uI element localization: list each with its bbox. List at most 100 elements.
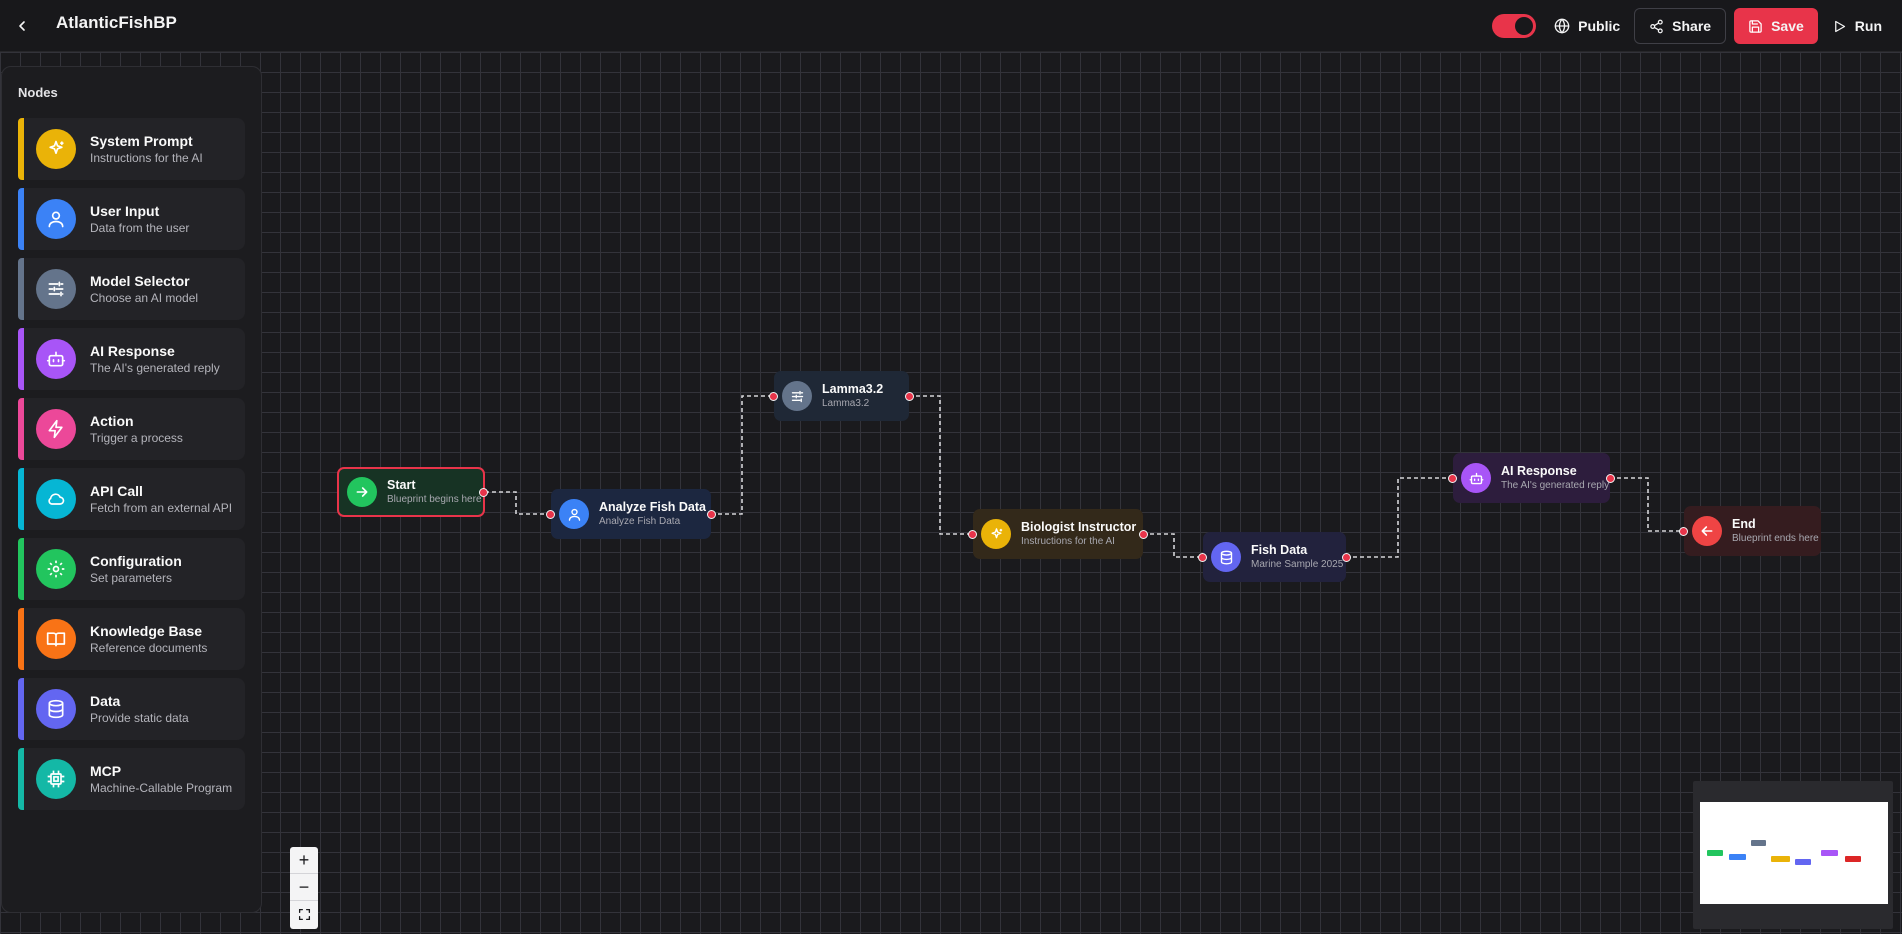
sparkles-icon bbox=[981, 519, 1011, 549]
flow-canvas[interactable] bbox=[0, 52, 1902, 934]
minimap[interactable] bbox=[1693, 781, 1893, 929]
palette-item-label: Model Selector bbox=[90, 272, 190, 289]
node-biologist-instructor[interactable]: Biologist Instructor Instructions for the… bbox=[968, 509, 1148, 559]
sidebar-title: Nodes bbox=[18, 85, 58, 100]
minimap-node-airesponse bbox=[1821, 850, 1838, 856]
save-button[interactable]: Save bbox=[1734, 8, 1818, 44]
output-handle[interactable] bbox=[479, 487, 488, 497]
output-handle[interactable] bbox=[707, 509, 716, 519]
bot-icon bbox=[1461, 463, 1491, 493]
book-icon bbox=[36, 619, 76, 659]
node-end[interactable]: End Blueprint ends here bbox=[1679, 506, 1821, 556]
gear-icon bbox=[36, 549, 76, 589]
node-subtitle: Marine Sample 2025 bbox=[1251, 559, 1344, 570]
accent-bar bbox=[18, 118, 24, 180]
node-subtitle: Lamma3.2 bbox=[822, 398, 870, 409]
node-title: AI Response bbox=[1501, 464, 1577, 478]
cpu-icon bbox=[36, 759, 76, 799]
palette-item-label: Knowledge Base bbox=[90, 622, 203, 639]
palette-item-label: MCP bbox=[90, 762, 122, 779]
palette-item-user-input[interactable]: User Input Data from the user bbox=[18, 188, 245, 250]
output-handle[interactable] bbox=[1139, 529, 1148, 539]
fit-view-button[interactable] bbox=[290, 901, 318, 928]
top-bar: AtlanticFishBP Public Share Save Run bbox=[0, 0, 1902, 52]
node-lamma[interactable]: Lamma3.2 Lamma3.2 bbox=[769, 371, 914, 421]
node-title: Analyze Fish Data bbox=[599, 500, 706, 514]
output-handle[interactable] bbox=[1342, 552, 1351, 562]
output-handle[interactable] bbox=[1606, 473, 1615, 483]
back-button[interactable] bbox=[6, 10, 38, 42]
palette-item-label: Data bbox=[90, 692, 121, 709]
palette-item-model-selector[interactable]: Model Selector Choose an AI model bbox=[18, 258, 245, 320]
accent-bar bbox=[18, 608, 24, 670]
palette-item-label: System Prompt bbox=[90, 132, 193, 149]
palette-item-desc: Instructions for the AI bbox=[90, 150, 203, 165]
node-subtitle: Blueprint begins here bbox=[387, 494, 482, 505]
sliders-icon bbox=[36, 269, 76, 309]
zoom-controls: + − bbox=[290, 847, 318, 929]
node-subtitle: The AI's generated reply bbox=[1501, 480, 1610, 491]
node-title: End bbox=[1732, 517, 1756, 531]
palette-item-label: AI Response bbox=[90, 342, 175, 359]
input-handle[interactable] bbox=[1448, 473, 1457, 483]
accent-bar bbox=[18, 398, 24, 460]
minimap-node-biologist bbox=[1771, 856, 1790, 862]
palette-item-mcp[interactable]: MCP Machine-Callable Program bbox=[18, 748, 245, 810]
share-icon bbox=[1650, 19, 1663, 33]
blueprint-title: AtlanticFishBP bbox=[56, 13, 177, 32]
node-subtitle: Instructions for the AI bbox=[1021, 536, 1115, 547]
input-handle[interactable] bbox=[1198, 552, 1207, 562]
share-button[interactable]: Share bbox=[1634, 8, 1727, 44]
palette-item-desc: Reference documents bbox=[90, 640, 208, 655]
input-handle[interactable] bbox=[769, 391, 778, 401]
public-text: Public bbox=[1578, 18, 1621, 34]
palette-item-desc: Machine-Callable Program bbox=[90, 780, 233, 795]
minimap-node-analyze bbox=[1729, 854, 1746, 860]
arrow-right-icon bbox=[347, 477, 377, 507]
node-start[interactable]: Start Blueprint begins here bbox=[337, 467, 488, 517]
minus-icon: − bbox=[298, 876, 310, 897]
palette-item-system-prompt[interactable]: System Prompt Instructions for the AI bbox=[18, 118, 245, 180]
palette-item-data[interactable]: Data Provide static data bbox=[18, 678, 245, 740]
node-subtitle: Analyze Fish Data bbox=[599, 516, 681, 527]
node-title: Start bbox=[387, 478, 416, 492]
output-handle[interactable] bbox=[905, 391, 914, 401]
zoom-out-button[interactable]: − bbox=[290, 874, 318, 901]
run-button[interactable]: Run bbox=[1826, 8, 1888, 44]
node-fish-data[interactable]: Fish Data Marine Sample 2025 bbox=[1198, 532, 1351, 582]
node-title: Fish Data bbox=[1251, 543, 1308, 557]
palette-item-knowledge-base[interactable]: Knowledge Base Reference documents bbox=[18, 608, 245, 670]
public-label: Public bbox=[1548, 8, 1626, 44]
sparkles-icon bbox=[36, 129, 76, 169]
input-handle[interactable] bbox=[968, 529, 977, 539]
nodes-sidebar: Nodes System Prompt Instructions for the … bbox=[1, 66, 262, 913]
chevron-left-icon bbox=[19, 21, 25, 31]
arrow-left-icon bbox=[1692, 516, 1722, 546]
plus-icon: + bbox=[298, 849, 310, 870]
run-label: Run bbox=[1854, 18, 1882, 34]
user-icon bbox=[559, 499, 589, 529]
palette-item-action[interactable]: Action Trigger a process bbox=[18, 398, 245, 460]
minimap-node-lamma bbox=[1751, 840, 1766, 846]
accent-bar bbox=[18, 188, 24, 250]
palette-item-configuration[interactable]: Configuration Set parameters bbox=[18, 538, 245, 600]
accent-bar bbox=[18, 468, 24, 530]
input-handle[interactable] bbox=[1679, 526, 1688, 536]
toggle-knob bbox=[1515, 17, 1534, 35]
database-icon bbox=[1211, 542, 1241, 572]
palette-item-api-call[interactable]: API Call Fetch from an external API bbox=[18, 468, 245, 530]
palette-item-ai-response[interactable]: AI Response The AI's generated reply bbox=[18, 328, 245, 390]
node-ai-response[interactable]: AI Response The AI's generated reply bbox=[1448, 453, 1615, 503]
palette-item-desc: The AI's generated reply bbox=[90, 360, 220, 375]
node-analyze-fish-data[interactable]: Analyze Fish Data Analyze Fish Data bbox=[546, 489, 716, 539]
zap-icon bbox=[36, 409, 76, 449]
database-icon bbox=[36, 689, 76, 729]
public-toggle[interactable] bbox=[1492, 14, 1537, 38]
input-handle[interactable] bbox=[546, 509, 555, 519]
zoom-in-button[interactable]: + bbox=[290, 847, 318, 874]
node-title: Lamma3.2 bbox=[822, 382, 884, 396]
minimap-node-start bbox=[1707, 850, 1723, 856]
palette-item-desc: Choose an AI model bbox=[90, 290, 199, 305]
minimap-viewport bbox=[1700, 802, 1888, 904]
globe-icon bbox=[1554, 18, 1570, 34]
